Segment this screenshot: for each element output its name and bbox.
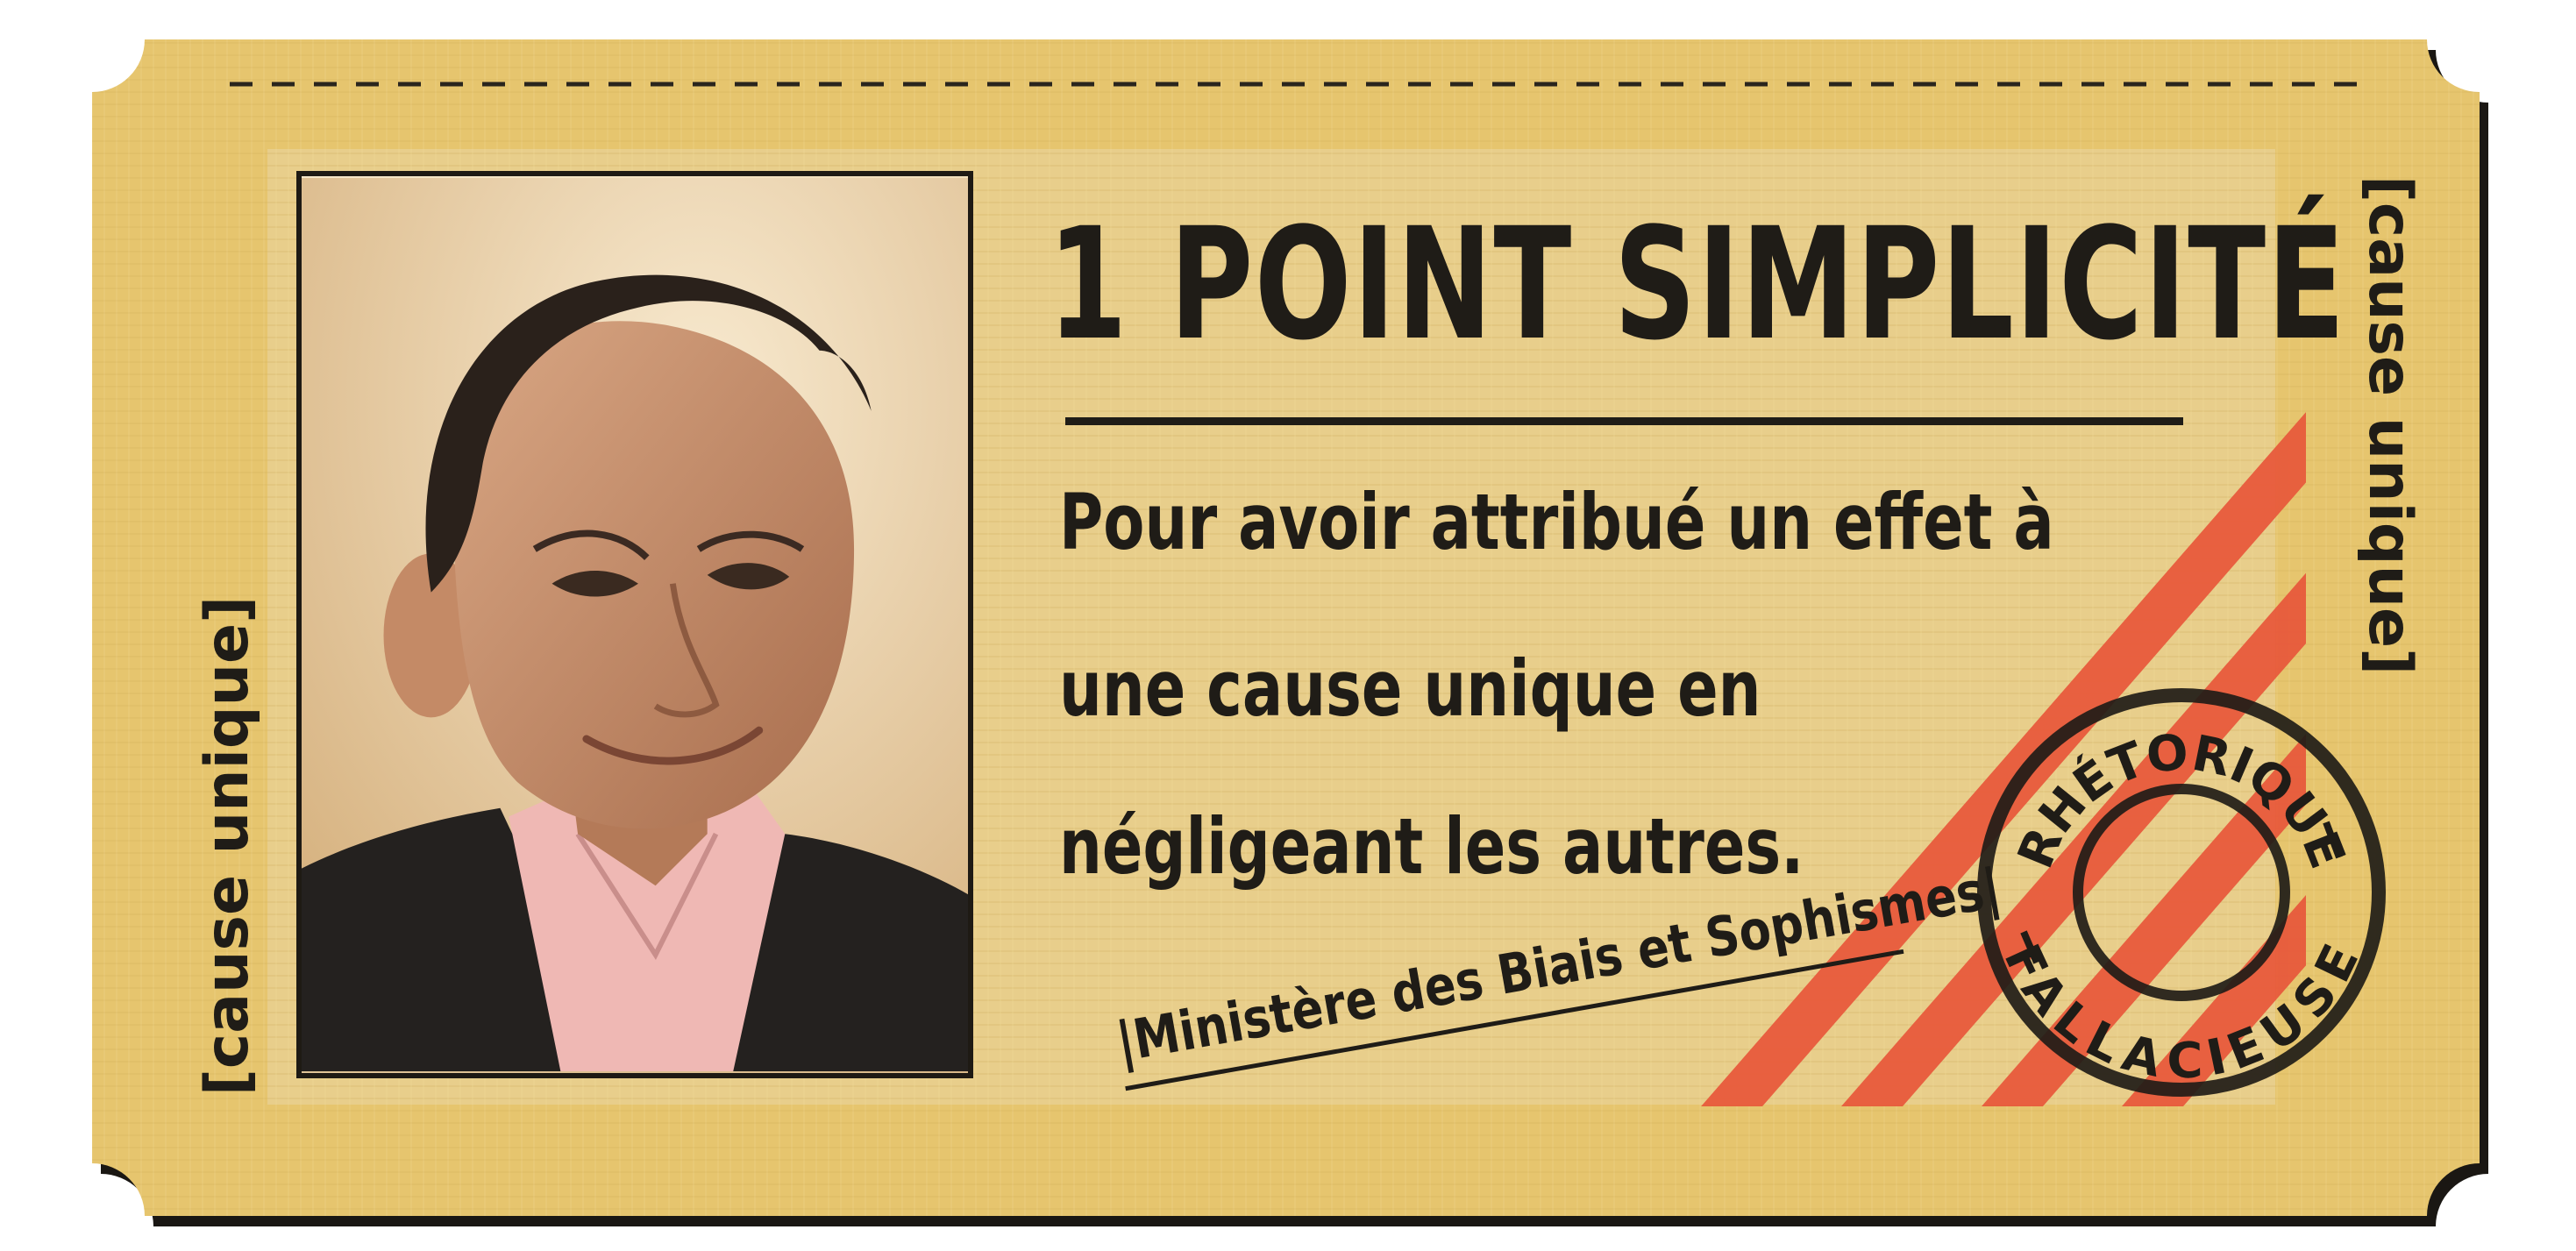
portrait-photo [296,171,973,1078]
svg-text:FALLACIEUSE: FALLACIEUSE [1992,936,2370,1091]
stamp-top-text: RHÉTORIQUE [2007,724,2356,877]
ticket-stage: 1 POINT SIMPLICITÉ Pour avoir attribué u… [0,0,2576,1251]
body-line-2: une cause unique en [1059,643,1761,734]
stamp-bottom-text: FALLACIEUSE [1992,936,2370,1091]
portrait-illustration [302,178,968,1071]
body-line-1: Pour avoir attribué un effet à [1059,477,2054,567]
side-label-right: [cause unique] [2355,174,2424,676]
svg-text:RHÉTORIQUE: RHÉTORIQUE [2007,724,2356,877]
rhetorique-stamp: RHÉTORIQUE FALLACIEUSE [1977,688,2386,1097]
headline-divider [1065,417,2183,425]
ticket-headline: 1 POINT SIMPLICITÉ [1048,195,2347,374]
side-label-left: [cause unique] [193,595,262,1097]
